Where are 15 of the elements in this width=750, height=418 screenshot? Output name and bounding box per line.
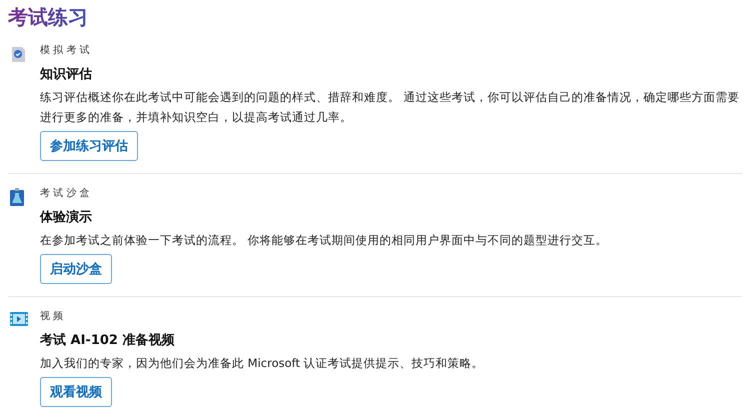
section-heading: 知识评估	[40, 66, 92, 83]
section-label: 视 频	[40, 310, 64, 323]
section-description: 加入我们的专家，因为他们会为准备此 Microsoft 认证考试提供提示、技巧和策略。	[40, 355, 484, 372]
flask-icon	[10, 188, 24, 206]
section-description: 练习评估概述你在此考试中可能会遇到的问题的样式、措辞和难度。 通过这些考试，你可以评估自己的准备情况，确定哪些方面需要进行更多的准备，并填补知识空白，以提高考试通过几率。	[40, 89, 741, 126]
section-label: 考 试 沙 盒	[40, 186, 90, 200]
section-description: 在参加考试之前体验一下考试的流程。 你将能够在考试期间使用的相同用户界面中与不同的题型进行交互。	[40, 232, 608, 249]
action-button[interactable]: 观看视频	[40, 377, 112, 407]
video-icon	[10, 311, 28, 327]
badge-icon	[10, 45, 26, 63]
section-label: 模 拟 考 试	[40, 44, 90, 57]
section-heading: 体验演示	[40, 208, 92, 226]
action-button[interactable]: 启动沙盒	[40, 254, 112, 284]
section-heading: 考试 AI-102 准备视频	[40, 332, 174, 349]
action-button[interactable]: 参加练习评估	[40, 131, 138, 161]
